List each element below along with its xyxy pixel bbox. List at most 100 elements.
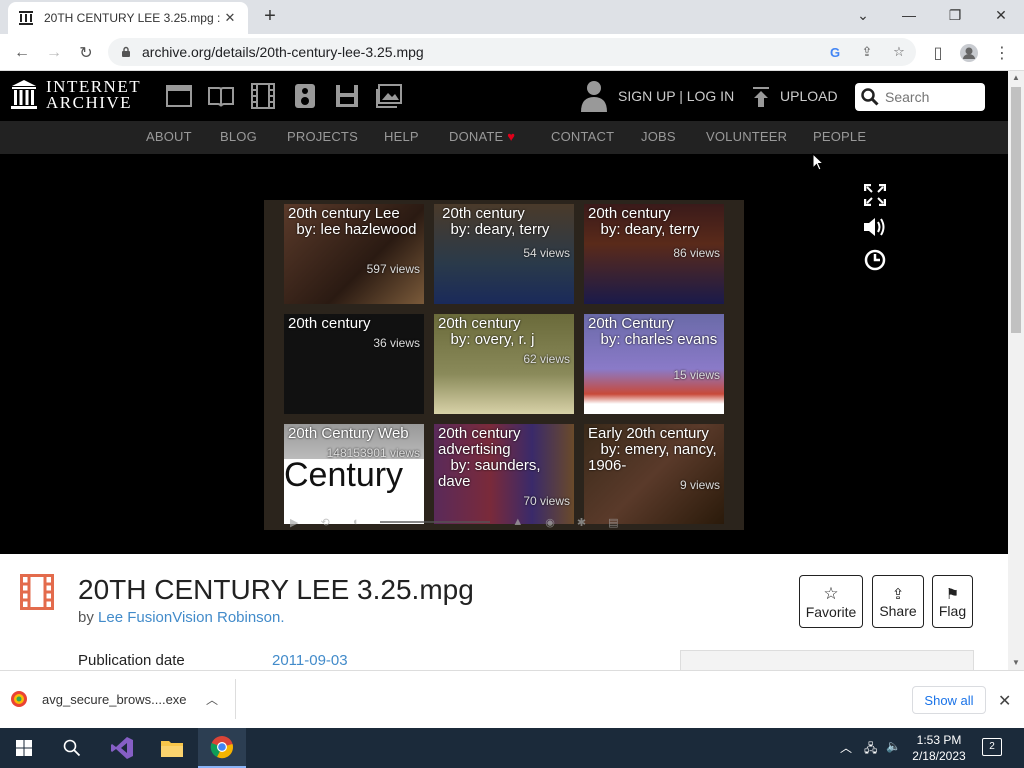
player-control-bar: ▶ ⟲ ◖ ▲ ◉ ✱ ▤ <box>264 514 744 530</box>
related-views: 86 views <box>673 246 720 260</box>
related-item[interactable]: 20th century advertising by: saunders, d… <box>434 424 574 524</box>
new-tab-button[interactable]: + <box>258 5 282 29</box>
related-title: 20th Century Web <box>288 425 409 442</box>
airplay-icon[interactable]: ▲ <box>512 516 523 528</box>
play-icon[interactable]: ▶ <box>290 516 298 529</box>
fullscreen-icon[interactable] <box>862 182 888 208</box>
related-views: 36 views <box>373 336 420 350</box>
ia-top-bar: INTERNET ARCHIVE SIGN UP | LOG IN UPLOAD <box>0 71 1008 121</box>
progress-slider[interactable] <box>380 521 491 523</box>
chrome-taskbar-icon[interactable] <box>198 728 246 768</box>
profile-avatar[interactable] <box>956 40 982 66</box>
related-item[interactable]: 20th Century by: charles evans 15 views <box>584 314 724 414</box>
software-icon[interactable] <box>333 83 361 109</box>
related-item[interactable]: 20th century 36 views <box>284 314 424 414</box>
show-all-button[interactable]: Show all <box>912 686 986 714</box>
side-panel-icon[interactable]: ▯ <box>925 40 951 66</box>
clock-icon[interactable] <box>862 247 888 273</box>
flag-button[interactable]: ⚑ Flag <box>932 575 973 628</box>
related-item[interactable]: 20th century by: deary, terry 86 views <box>584 204 724 304</box>
author-link[interactable]: Lee FusionVision Robinson. <box>98 609 285 626</box>
internet-archive-favicon <box>19 11 33 25</box>
search-box[interactable] <box>855 83 985 111</box>
bookmark-star-icon[interactable]: ☆ <box>890 43 908 61</box>
nav-blog[interactable]: BLOG <box>220 129 257 144</box>
close-shelf-icon[interactable]: ✕ <box>998 691 1011 711</box>
video-icon[interactable] <box>249 83 277 109</box>
share-button[interactable]: ⇪ Share <box>872 575 924 628</box>
ia-logo[interactable]: INTERNET ARCHIVE <box>10 78 141 111</box>
related-views: 70 views <box>523 494 570 508</box>
nav-volunteer[interactable]: VOLUNTEER <box>706 129 787 144</box>
tab-close-icon[interactable]: ✕ <box>222 10 238 26</box>
google-icon[interactable]: G <box>826 43 844 61</box>
restore-button[interactable]: ❐ <box>932 0 978 30</box>
cc-icon[interactable]: ◉ <box>545 516 555 529</box>
settings-icon[interactable]: ✱ <box>577 516 586 529</box>
nav-about[interactable]: ABOUT <box>146 129 192 144</box>
related-item[interactable]: Century 20th Century Web 148153901 views <box>284 424 424 524</box>
related-title: 20th century advertising <box>438 425 521 458</box>
scroll-up-icon[interactable]: ▲ <box>1008 71 1024 85</box>
video-player[interactable]: 20th century Lee by: lee hazlewood 597 v… <box>0 154 1008 554</box>
favorite-label: Favorite <box>805 603 857 620</box>
nav-jobs[interactable]: JOBS <box>641 129 676 144</box>
scroll-down-icon[interactable]: ▼ <box>1008 656 1024 670</box>
minimize-button[interactable]: — <box>886 0 932 30</box>
page-scrollbar[interactable]: ▲ ▼ <box>1008 71 1024 670</box>
network-icon[interactable]: 🖧 <box>864 739 877 760</box>
nav-donate[interactable]: DONATE ♥ <box>449 129 515 144</box>
rewind-icon[interactable]: ⟲ <box>320 516 329 529</box>
notifications-icon[interactable]: 2 <box>982 738 1002 756</box>
favorite-button[interactable]: ☆ Favorite <box>799 575 863 628</box>
heart-icon: ♥ <box>507 129 516 144</box>
audio-icon[interactable] <box>291 83 319 109</box>
related-item[interactable]: 20th century by: deary, terry 54 views <box>434 204 574 304</box>
back-button[interactable]: ← <box>9 40 35 66</box>
volume-icon[interactable] <box>862 214 888 240</box>
chrome-menu-icon[interactable]: ⋮ <box>989 40 1015 66</box>
forward-button[interactable]: → <box>41 40 67 66</box>
file-explorer-icon[interactable] <box>148 728 196 768</box>
share-page-icon[interactable]: ⇪ <box>858 43 876 61</box>
volume-small-icon[interactable]: ◖ <box>352 516 359 528</box>
related-title: 20th century <box>442 205 525 222</box>
related-views: 9 views <box>679 478 720 492</box>
speaker-icon[interactable]: 🔈 <box>886 739 901 753</box>
taskbar-clock[interactable]: 1:53 PM 2/18/2023 <box>906 732 972 764</box>
search-input[interactable] <box>885 89 979 105</box>
publication-date-value[interactable]: 2011-09-03 <box>272 652 348 669</box>
download-item[interactable]: avg_secure_brows....exe ︿ <box>10 679 236 719</box>
nav-projects[interactable]: PROJECTS <box>287 129 358 144</box>
close-window-button[interactable]: ✕ <box>978 0 1024 30</box>
nav-contact[interactable]: CONTACT <box>551 129 614 144</box>
upload-icon[interactable] <box>752 86 770 108</box>
upload-link[interactable]: UPLOAD <box>780 88 838 104</box>
scroll-thumb[interactable] <box>1011 87 1021 333</box>
related-item[interactable]: 20th century by: overy, r. j 62 views <box>434 314 574 414</box>
tray-chevron-icon[interactable]: ︿ <box>840 739 852 756</box>
related-item[interactable]: Early 20th century by: emery, nancy, 190… <box>584 424 724 524</box>
nav-help[interactable]: HELP <box>384 129 419 144</box>
web-icon[interactable] <box>165 83 193 109</box>
playlist-icon[interactable]: ▤ <box>608 516 618 529</box>
address-bar[interactable]: archive.org/details/20th-century-lee-3.2… <box>108 38 916 66</box>
related-views: 62 views <box>523 352 570 366</box>
nav-people[interactable]: PEOPLE <box>813 129 866 144</box>
windows-start-icon[interactable] <box>0 728 48 768</box>
images-icon[interactable] <box>375 83 403 109</box>
related-title: 20th century Lee <box>288 205 400 222</box>
user-icon[interactable] <box>580 79 608 113</box>
signin-link[interactable]: SIGN UP | LOG IN <box>618 88 734 104</box>
texts-icon[interactable] <box>207 83 235 109</box>
chevron-up-icon[interactable]: ︿ <box>206 691 218 708</box>
related-author: by: overy, r. j <box>450 331 535 348</box>
reload-button[interactable]: ↻ <box>73 40 99 66</box>
tab-search-icon[interactable]: ⌄ <box>840 0 886 30</box>
search-taskbar-icon[interactable] <box>48 728 96 768</box>
clock-date: 2/18/2023 <box>912 749 966 763</box>
related-item[interactable]: 20th century Lee by: lee hazlewood 597 v… <box>284 204 424 304</box>
visual-studio-icon[interactable] <box>98 728 146 768</box>
download-filename: avg_secure_brows....exe <box>42 691 187 707</box>
browser-tab[interactable]: 20TH CENTURY LEE 3.25.mpg : Le ✕ <box>8 2 248 34</box>
